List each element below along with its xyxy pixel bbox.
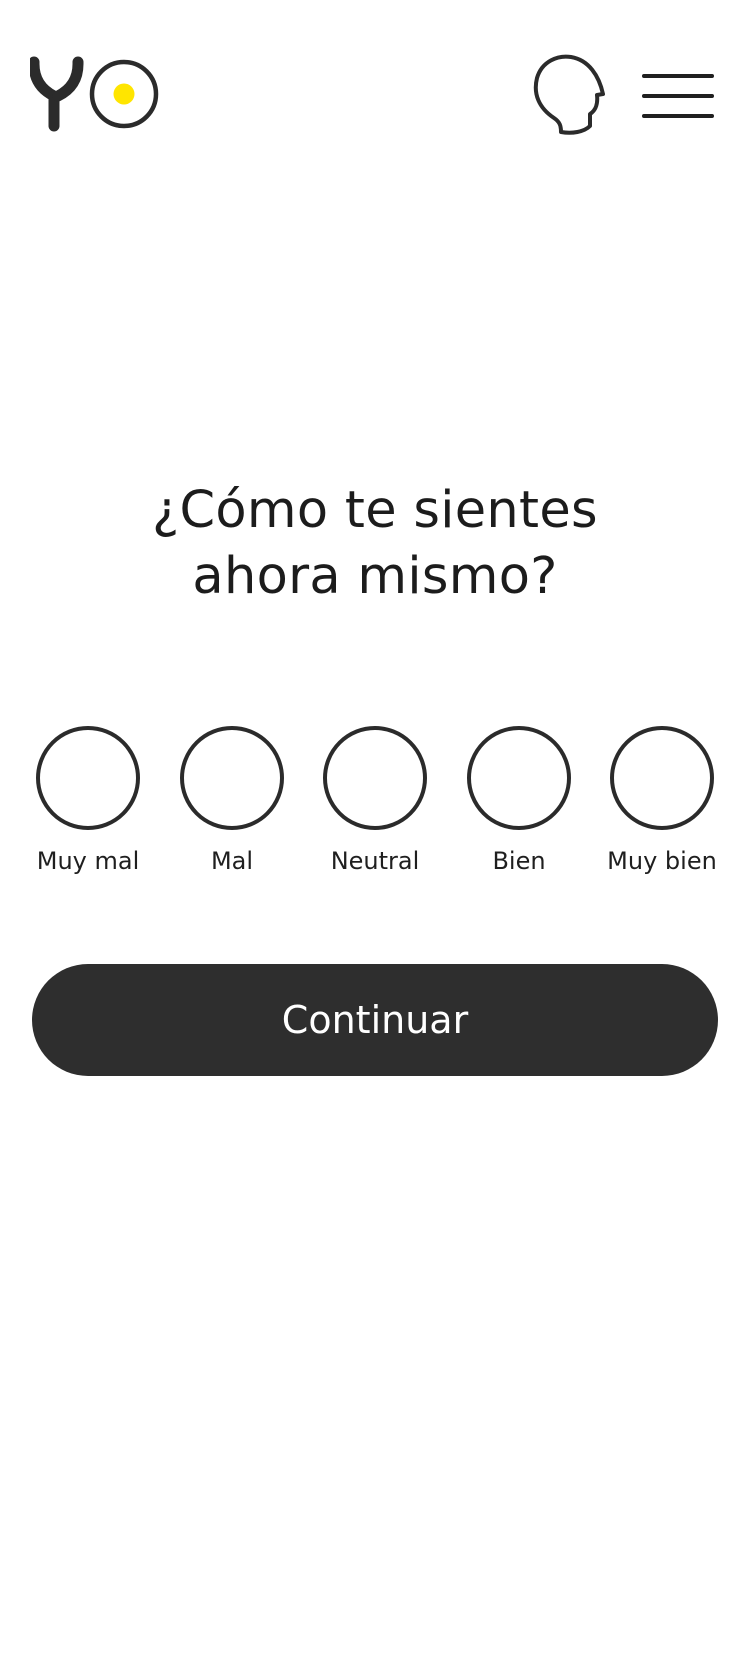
mood-option-neutral[interactable]: Neutral [303, 726, 447, 876]
hamburger-menu-icon[interactable] [642, 72, 714, 120]
mood-radio-circle[interactable] [36, 726, 140, 830]
continue-button[interactable]: Continuar [32, 964, 718, 1076]
mood-label: Muy bien [607, 847, 717, 875]
mood-option-mal[interactable]: Mal [160, 726, 304, 876]
mood-radio-circle[interactable] [467, 726, 571, 830]
mood-radio-circle[interactable] [323, 726, 427, 830]
mood-label: Bien [492, 847, 546, 875]
mood-radio-circle[interactable] [610, 726, 714, 830]
mood-option-bien[interactable]: Bien [447, 726, 591, 876]
app-header [0, 0, 750, 160]
head-profile-icon[interactable] [530, 52, 610, 138]
mood-label: Muy mal [36, 847, 140, 875]
mood-radio-circle[interactable] [180, 726, 284, 830]
mood-label: Mal [210, 847, 254, 875]
mood-question: ¿Cómo te sientes ahora mismo? [152, 481, 598, 606]
mood-selector: Muy mal Mal Neutral Bien Muy bien [0, 726, 750, 886]
mood-label: Neutral [330, 847, 420, 875]
mood-option-muy-mal[interactable]: Muy mal [16, 726, 160, 876]
yo-logo[interactable] [30, 56, 162, 132]
mood-option-muy-bien[interactable]: Muy bien [590, 726, 734, 876]
